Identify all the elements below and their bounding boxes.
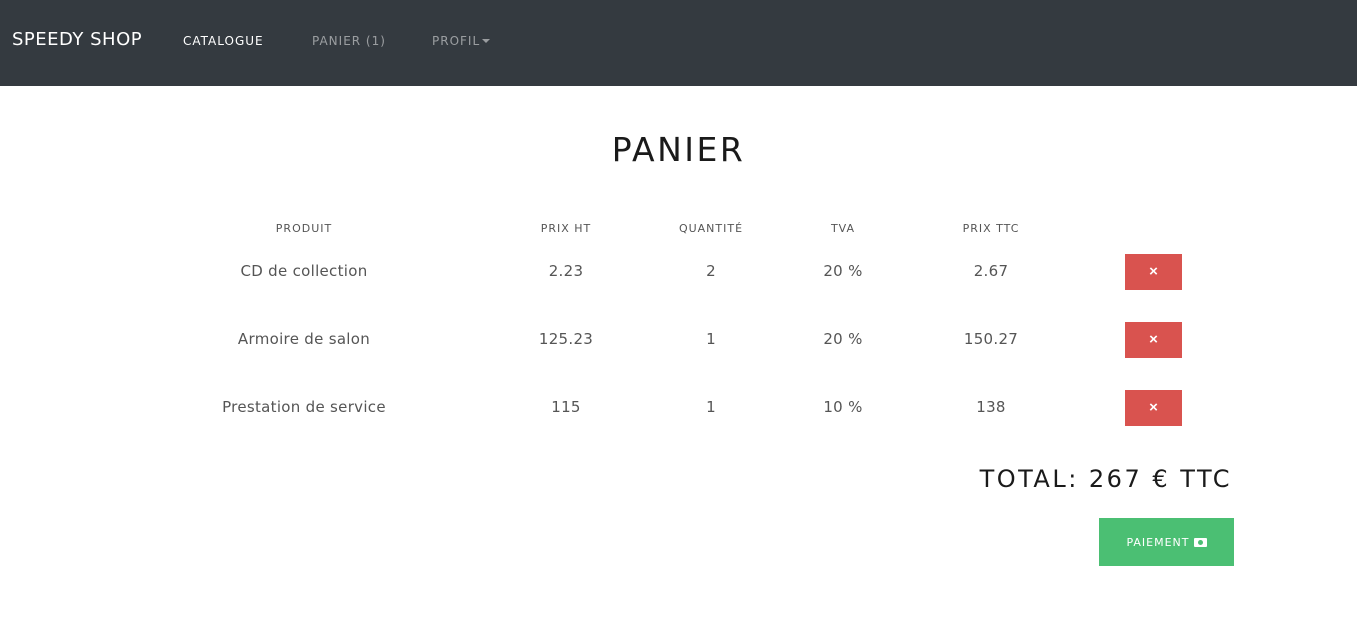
cell-produit: CD de collection	[240, 262, 368, 280]
caret-down-icon	[482, 39, 491, 43]
remove-item-button[interactable]: ×	[1125, 254, 1182, 290]
money-icon	[1193, 537, 1207, 547]
cell-produit: Armoire de salon	[237, 330, 371, 348]
column-header-produit: PRODUIT	[275, 222, 333, 235]
cell-produit: Prestation de service	[222, 398, 386, 416]
page-title: PANIER	[611, 130, 746, 169]
cart-total: TOTAL: 267 € TTC	[979, 465, 1232, 493]
column-header-prix-ttc: PRIX TTC	[962, 222, 1020, 235]
remove-item-button[interactable]: ×	[1125, 390, 1182, 426]
cell-prix-ttc: 150.27	[963, 330, 1019, 348]
payment-button-label: PAIEMENT	[1126, 535, 1190, 549]
navbar: SPEEDY SHOP CATALOGUE PANIER (1) PROFIL	[0, 0, 1357, 86]
close-icon: ×	[1149, 331, 1158, 348]
cell-prix-ht: 125.23	[538, 330, 594, 348]
cell-prix-ttc: 138	[976, 398, 1006, 416]
close-icon: ×	[1149, 399, 1158, 416]
nav-link-profil-label: PROFIL	[432, 34, 481, 48]
cell-tva: 20 %	[823, 330, 863, 348]
cell-prix-ttc: 2.67	[973, 262, 1009, 280]
brand-logo[interactable]: SPEEDY SHOP	[12, 29, 142, 50]
nav-link-profil[interactable]: PROFIL	[432, 34, 491, 48]
column-header-tva: TVA	[830, 222, 856, 235]
cell-prix-ht: 2.23	[548, 262, 584, 280]
cell-tva: 10 %	[823, 398, 863, 416]
cell-quantite: 1	[706, 398, 716, 416]
cell-quantite: 1	[706, 330, 716, 348]
nav-link-catalogue[interactable]: CATALOGUE	[183, 34, 264, 48]
cell-prix-ht: 115	[551, 398, 581, 416]
payment-button[interactable]: PAIEMENT	[1099, 518, 1234, 566]
cell-quantite: 2	[706, 262, 716, 280]
close-icon: ×	[1149, 263, 1158, 280]
column-header-quantite: QUANTITÉ	[678, 222, 744, 235]
column-header-prix-ht: PRIX HT	[540, 222, 592, 235]
remove-item-button[interactable]: ×	[1125, 322, 1182, 358]
nav-link-panier[interactable]: PANIER (1)	[312, 34, 386, 48]
cell-tva: 20 %	[823, 262, 863, 280]
